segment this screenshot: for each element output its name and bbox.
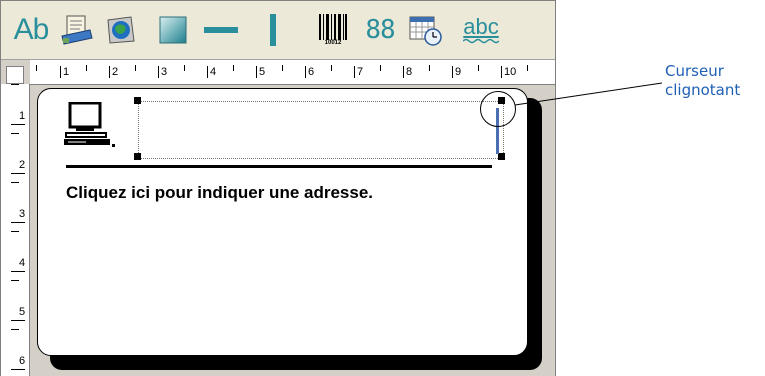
annotation-line-1: Curseur — [665, 62, 724, 80]
annotation-line-2: clignotant — [665, 81, 741, 99]
annotation-pointer-line — [514, 82, 663, 106]
annotation-label: Curseur clignotant — [665, 62, 740, 100]
